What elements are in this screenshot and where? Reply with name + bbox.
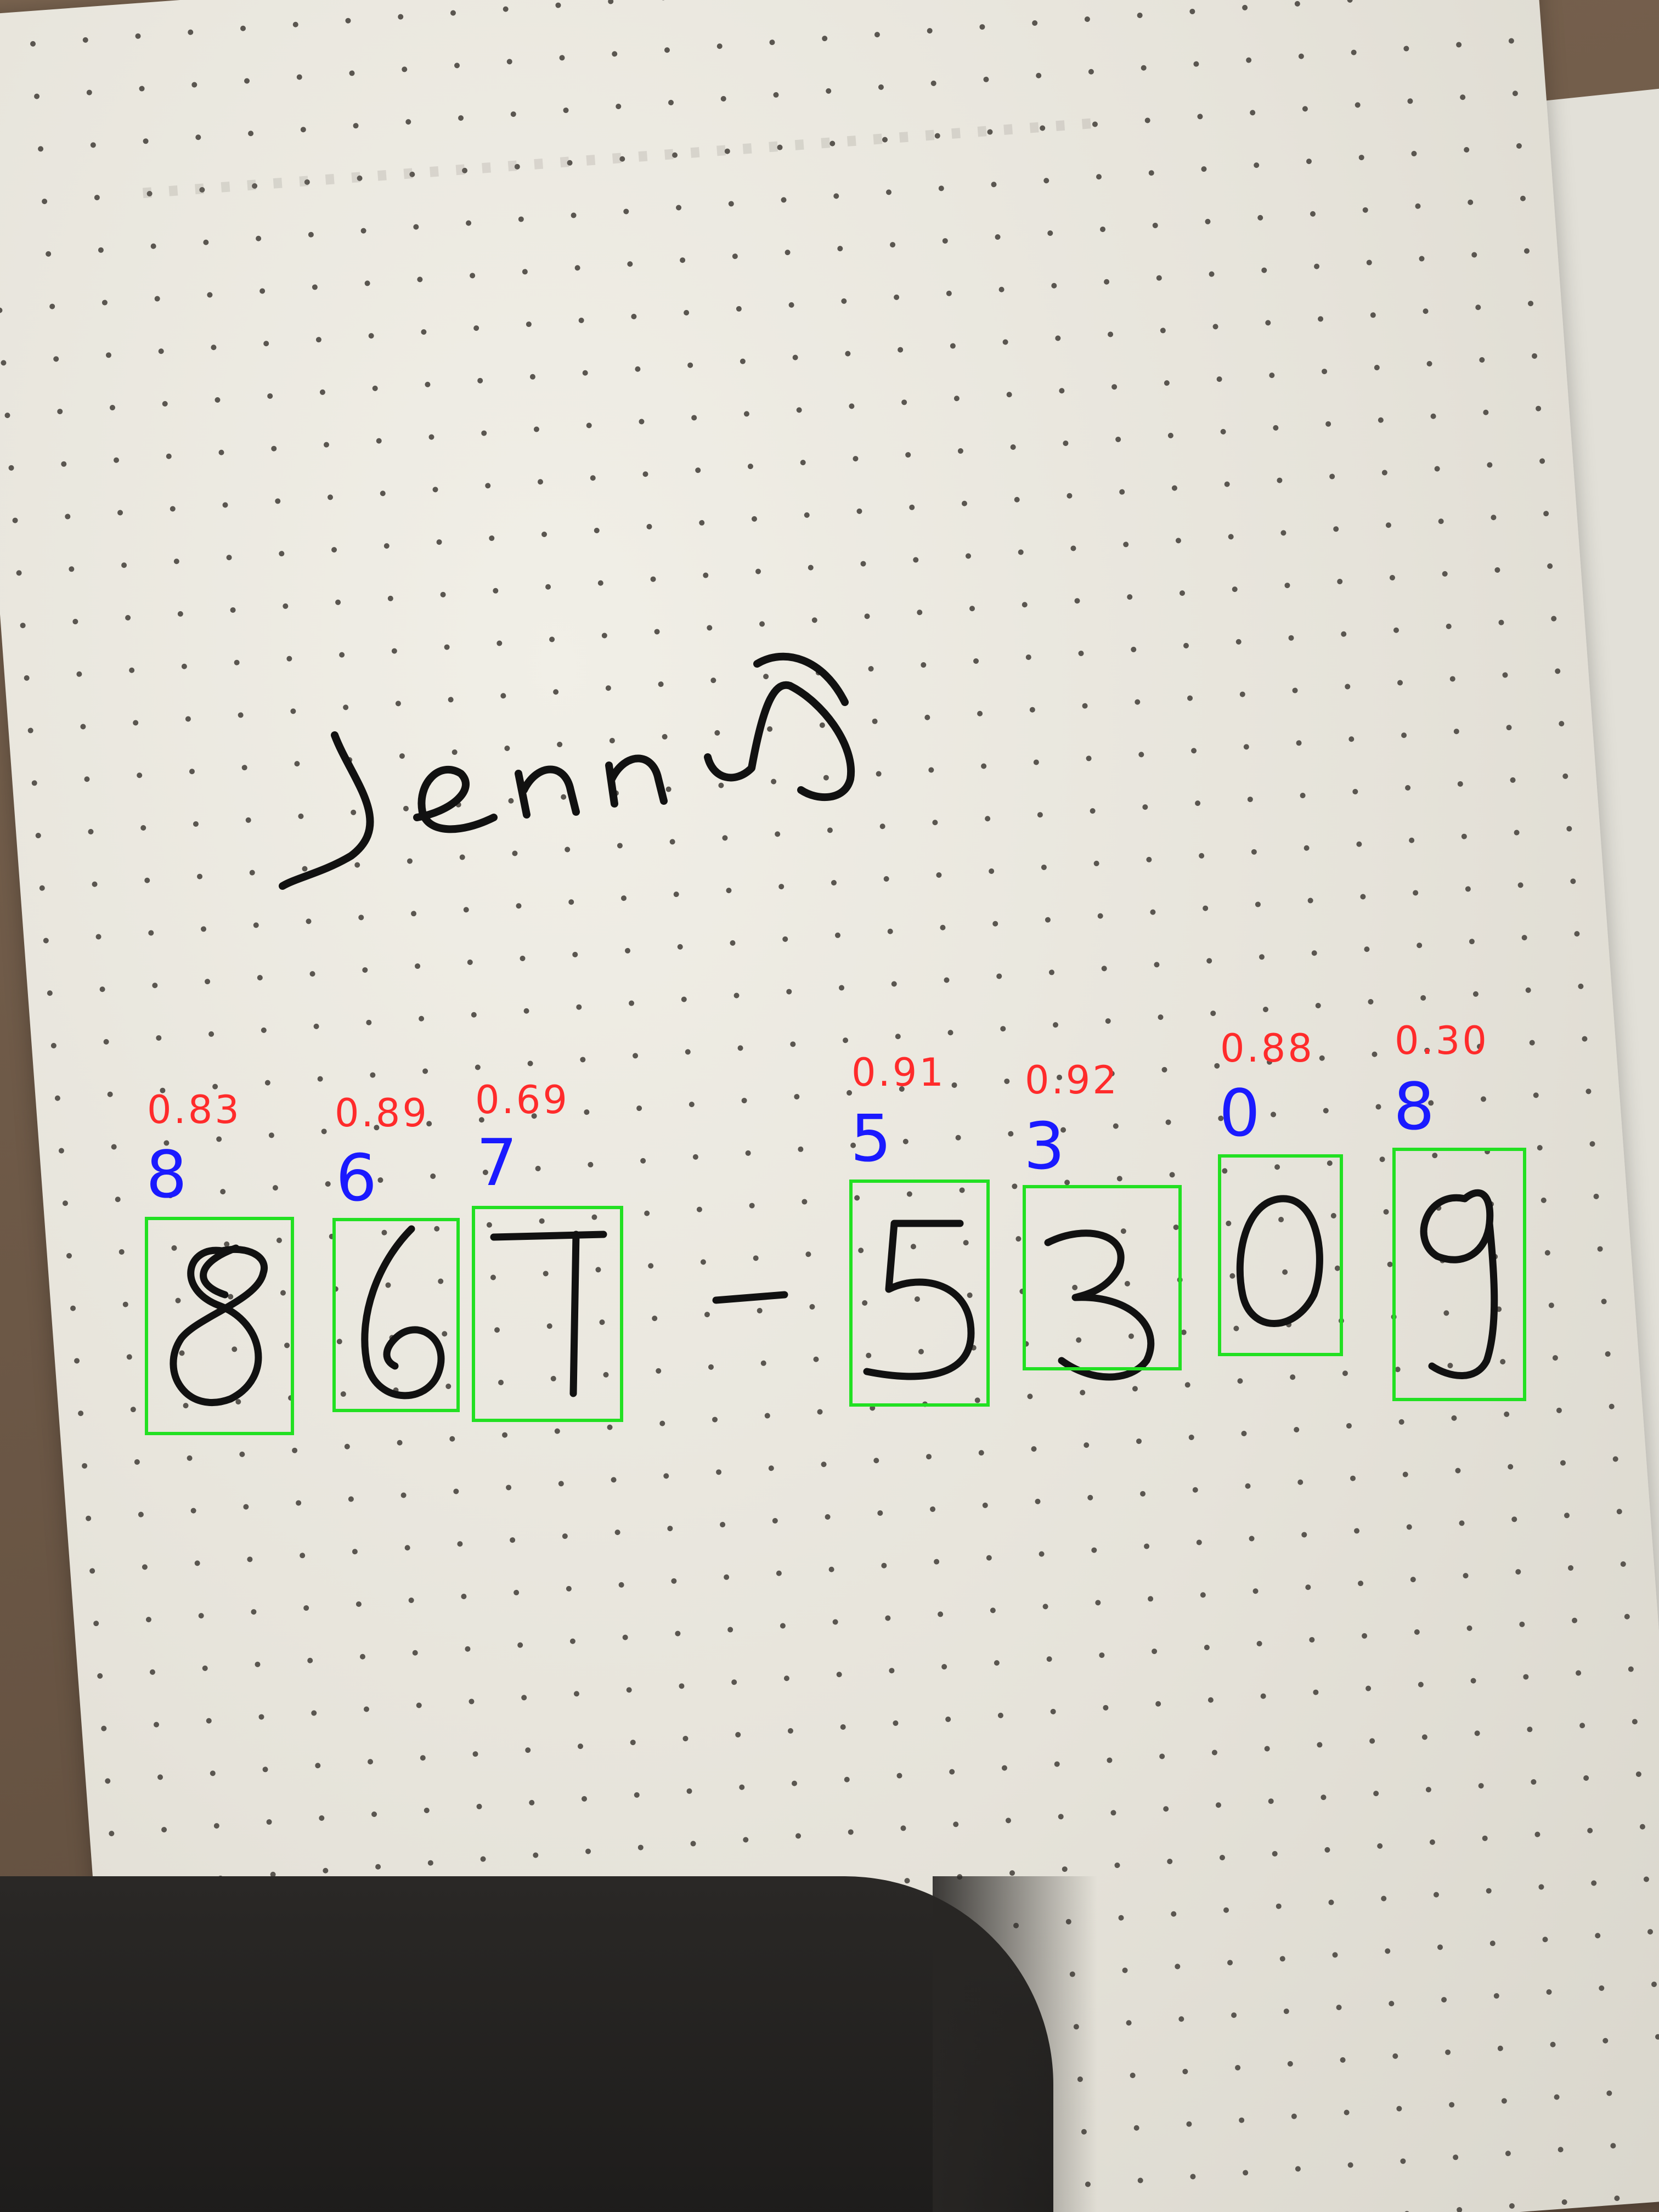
detection-score-3: 0.69	[475, 1077, 569, 1122]
detection-score-7: 0.30	[1395, 1018, 1489, 1063]
detection-label-6: 0	[1219, 1075, 1261, 1151]
detection-label-4: 5	[850, 1101, 892, 1176]
detection-score-6: 0.88	[1220, 1026, 1314, 1071]
detection-score-1: 0.83	[147, 1087, 241, 1132]
detection-box-5	[1023, 1185, 1182, 1370]
detection-label-3: 7	[476, 1125, 518, 1200]
detection-box-4	[849, 1180, 990, 1407]
photo-scene: ····································· 8 …	[0, 0, 1659, 2212]
detection-box-7	[1392, 1148, 1526, 1401]
detection-score-5: 0.92	[1025, 1058, 1119, 1103]
detection-label-5: 3	[1024, 1108, 1065, 1184]
detection-box-2	[332, 1218, 460, 1412]
detection-box-1	[145, 1217, 294, 1435]
detection-overlay: 8 0.83 6 0.89 7 0.69 5 0.91 3 0.92 0 0.8…	[0, 0, 1659, 2212]
detection-label-2: 6	[336, 1140, 377, 1216]
detection-box-3	[472, 1206, 623, 1422]
detection-box-6	[1218, 1154, 1343, 1356]
detection-label-1: 8	[146, 1137, 188, 1212]
detection-score-2: 0.89	[335, 1091, 429, 1136]
detection-label-7: 8	[1393, 1069, 1435, 1144]
detection-score-4: 0.91	[851, 1050, 946, 1095]
